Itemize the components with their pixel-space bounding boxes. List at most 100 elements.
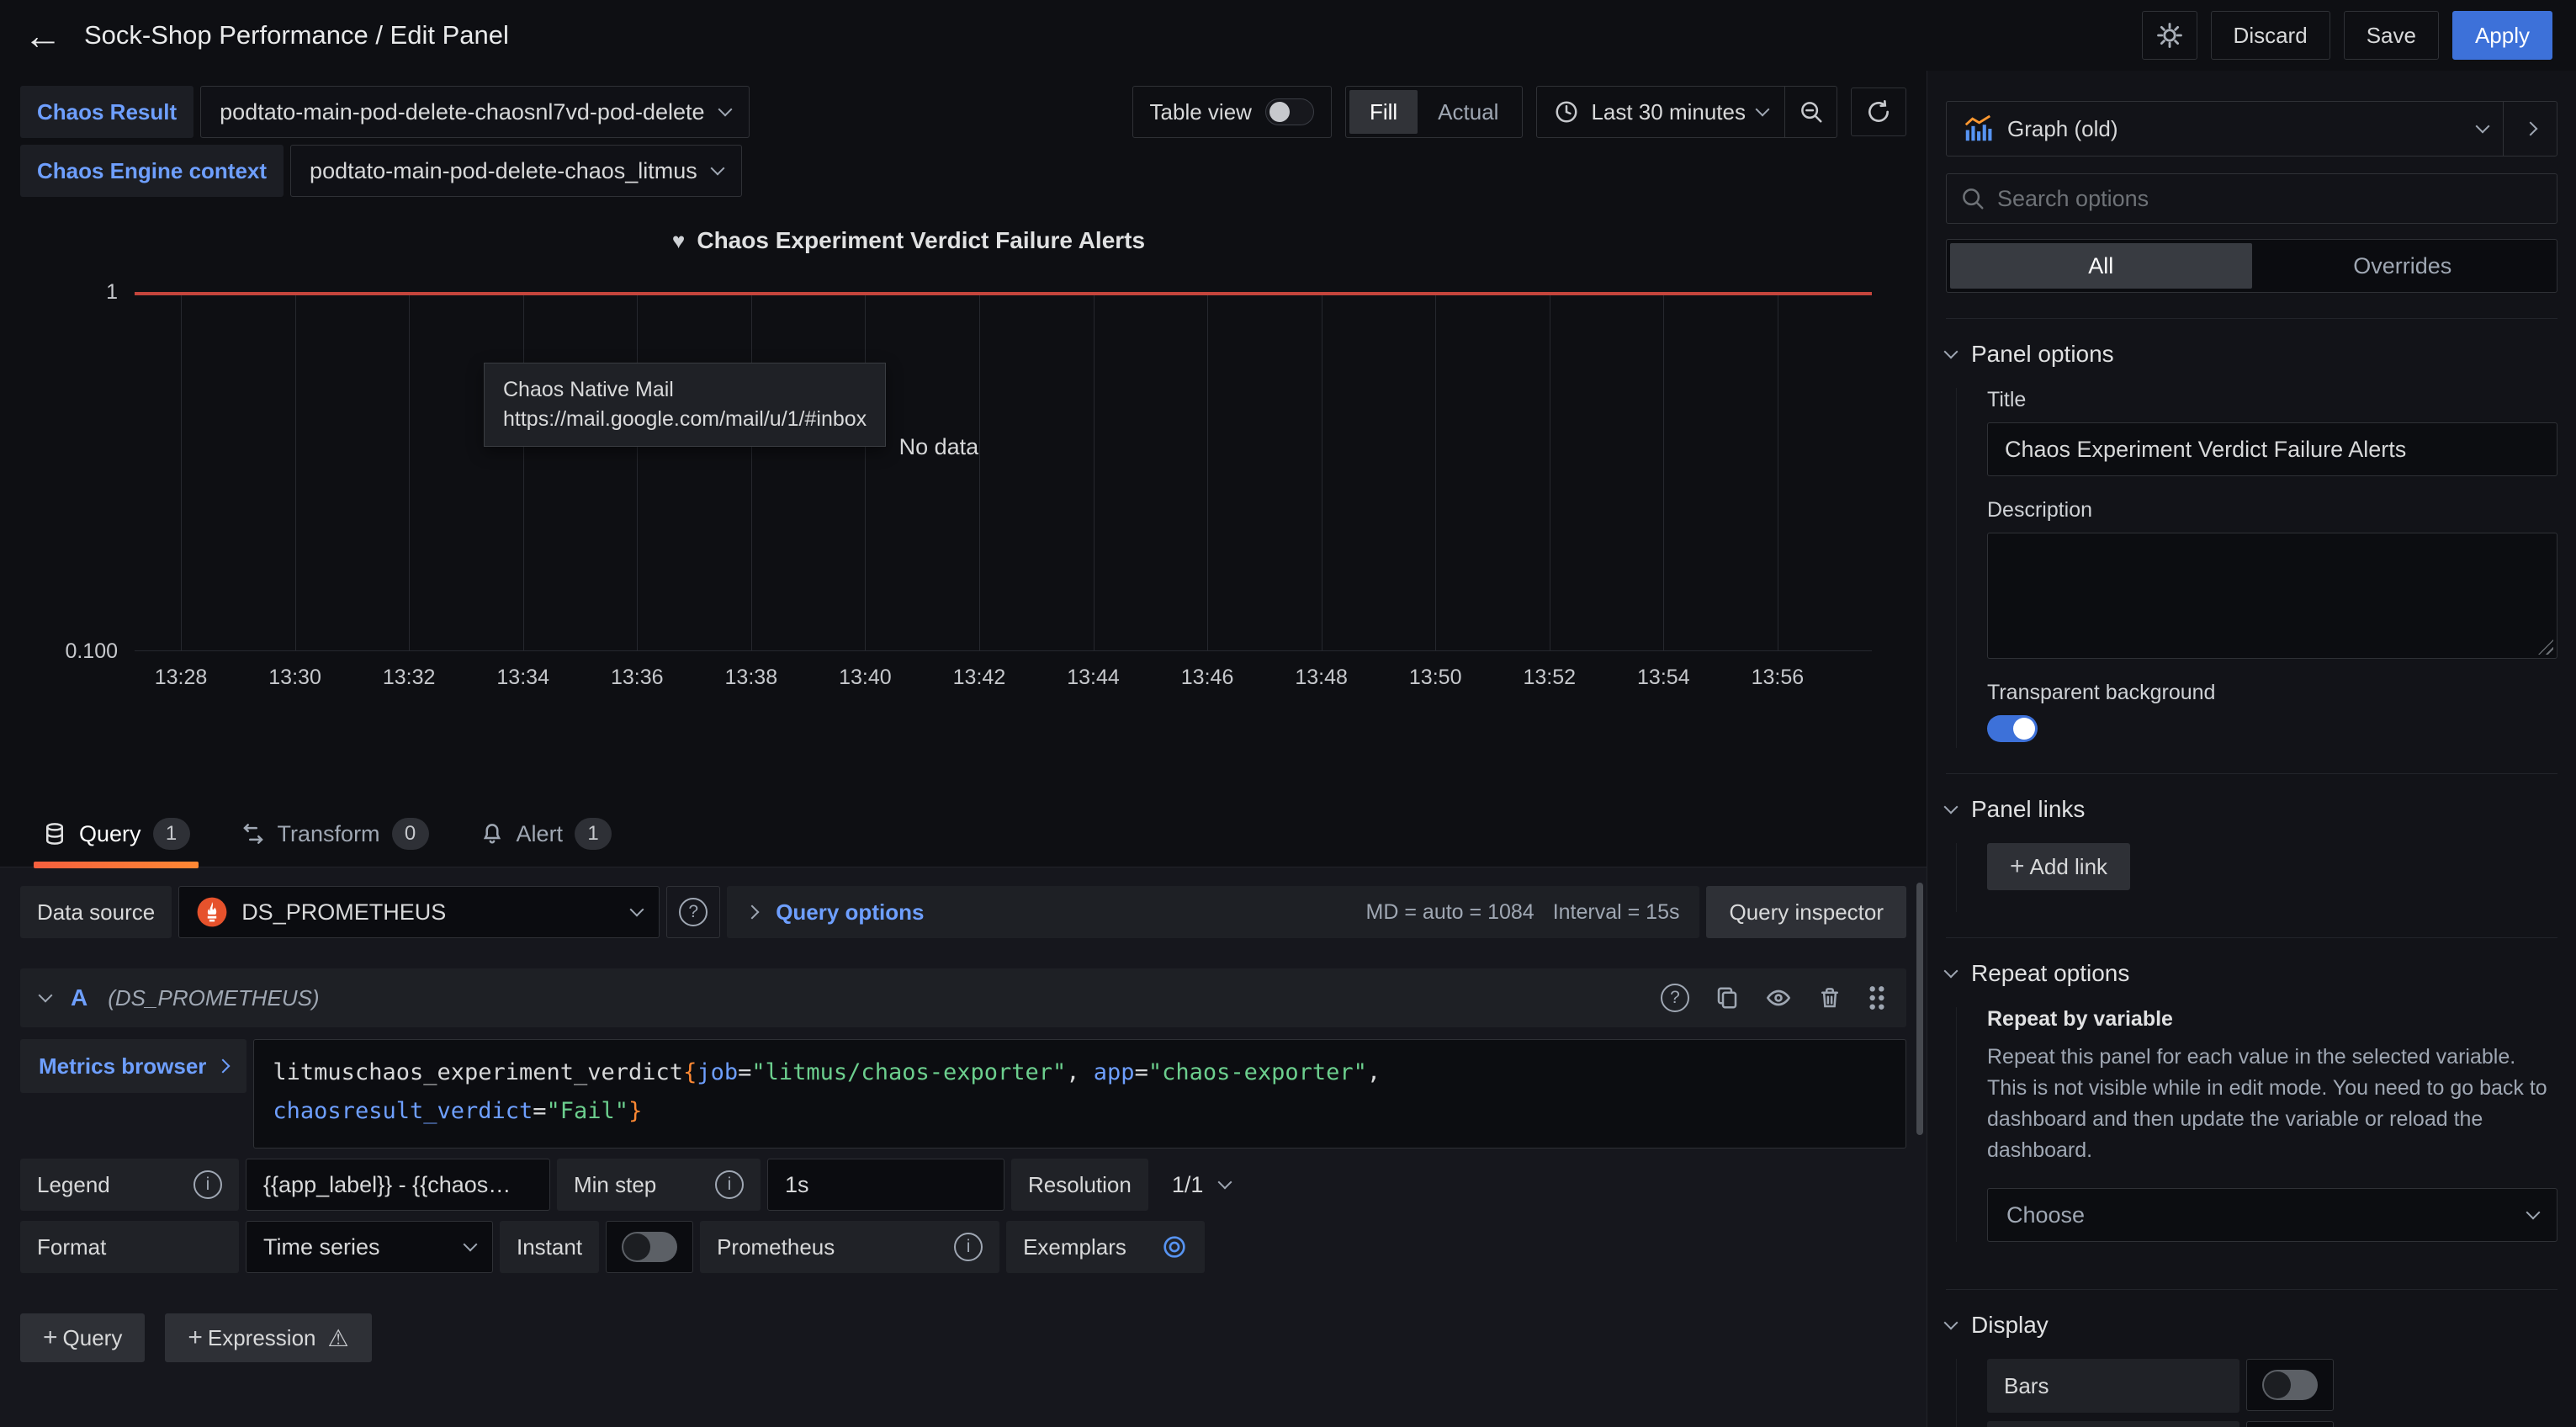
- content-scrollbar[interactable]: [1916, 883, 1923, 1135]
- promql-op: =: [1135, 1059, 1148, 1085]
- panel-links-header[interactable]: Panel links: [1946, 796, 2557, 823]
- options-search-input[interactable]: [1997, 186, 2543, 212]
- repeat-options-section: Repeat options Repeat by variable Repeat…: [1946, 937, 2557, 1242]
- gridline: [1435, 295, 1436, 650]
- grafana-edit-panel: ← Sock-Shop Performance / Edit Panel Dis…: [0, 0, 2576, 1427]
- x-axis-tick-label: 13:54: [1637, 666, 1690, 690]
- format-select[interactable]: Time series: [246, 1221, 493, 1273]
- header-bar: ← Sock-Shop Performance / Edit Panel Dis…: [0, 0, 2576, 71]
- add-expression-button[interactable]: + Expression ⚠: [165, 1313, 371, 1362]
- chevron-down-icon: [1944, 345, 1959, 359]
- drag-handle-icon[interactable]: [1868, 984, 1886, 1011]
- gridline: [1663, 295, 1664, 650]
- section-title: Panel links: [1971, 796, 2085, 823]
- datasource-picker[interactable]: DS_PROMETHEUS: [178, 886, 660, 938]
- fill-option[interactable]: Fill: [1349, 90, 1418, 134]
- legend-label: Legend: [37, 1172, 110, 1198]
- max-data-points-info: MD = auto = 1084: [1366, 900, 1534, 925]
- actual-option[interactable]: Actual: [1418, 90, 1519, 134]
- next-option-row: [1987, 1421, 2557, 1427]
- metrics-browser-button[interactable]: Metrics browser: [20, 1039, 246, 1093]
- query-ref-datasource: (DS_PROMETHEUS): [108, 985, 319, 1011]
- repeat-variable-select[interactable]: Choose: [1987, 1188, 2557, 1242]
- exemplars-eye-icon[interactable]: [1161, 1233, 1188, 1260]
- chevron-down-icon: [718, 103, 732, 117]
- gridline: [865, 295, 866, 650]
- table-view-toggle[interactable]: [1265, 98, 1314, 125]
- add-query-button[interactable]: + Query: [20, 1313, 145, 1362]
- legend-format-input[interactable]: {{app_label}} - {{chaos…: [246, 1159, 550, 1211]
- tab-all[interactable]: All: [1950, 243, 2252, 289]
- refresh-icon: [1865, 98, 1892, 125]
- save-button[interactable]: Save: [2344, 11, 2439, 60]
- chevron-down-icon: [1944, 964, 1959, 979]
- display-header[interactable]: Display: [1946, 1312, 2557, 1339]
- repeat-options-header[interactable]: Repeat options: [1946, 960, 2557, 987]
- instant-toggle[interactable]: [622, 1232, 677, 1262]
- expand-viz-picker-button[interactable]: [2503, 102, 2557, 156]
- y-axis-tick: 1: [106, 280, 118, 305]
- query-help-icon[interactable]: ?: [1661, 984, 1689, 1012]
- x-axis-tick-label: 13:48: [1295, 666, 1348, 690]
- panel-description-textarea[interactable]: [1987, 533, 2557, 659]
- promql-brace: {: [683, 1059, 697, 1085]
- tab-overrides[interactable]: Overrides: [2252, 243, 2554, 289]
- refresh-button[interactable]: [1851, 88, 1906, 136]
- eye-icon[interactable]: [1765, 984, 1792, 1011]
- trash-icon[interactable]: [1817, 985, 1842, 1011]
- exemplars-box: Exemplars: [1006, 1221, 1205, 1273]
- transform-icon: [241, 821, 266, 846]
- no-data-message: No data: [899, 434, 979, 460]
- tab-query[interactable]: Query 1: [34, 806, 199, 867]
- add-link-button[interactable]: + Add link: [1987, 843, 2130, 890]
- panel-title-input[interactable]: [1987, 422, 2557, 476]
- resolution-select[interactable]: 1/1: [1155, 1159, 1248, 1211]
- time-range-picker[interactable]: Last 30 minutes: [1537, 87, 1784, 137]
- prometheus-icon: [196, 896, 228, 928]
- alert-heart-icon: ♥: [672, 228, 685, 254]
- display-section: Display Bars: [1946, 1289, 2557, 1427]
- visualization-select[interactable]: Graph (old): [1947, 102, 2503, 156]
- database-icon: [42, 821, 67, 846]
- options-search-box: [1946, 173, 2557, 224]
- discard-button[interactable]: Discard: [2211, 11, 2330, 60]
- panel-links-section: Panel links + Add link: [1946, 773, 2557, 912]
- variable-select-chaos-engine[interactable]: podtato-main-pod-delete-chaos_litmus: [290, 145, 742, 197]
- bars-toggle[interactable]: [2262, 1370, 2318, 1400]
- x-axis-tick-label: 13:40: [839, 666, 892, 690]
- prometheus-type-label: Prometheus: [717, 1234, 835, 1260]
- panel-link-tooltip[interactable]: Chaos Native Mail https://mail.google.co…: [484, 363, 886, 447]
- promql-string: "Fail": [547, 1098, 629, 1124]
- panel-settings-button[interactable]: [2142, 11, 2197, 60]
- zoom-out-button[interactable]: [1784, 87, 1837, 137]
- info-icon: i: [193, 1170, 222, 1199]
- promql-op: ,: [1066, 1059, 1094, 1085]
- min-step-input[interactable]: 1s: [767, 1159, 1004, 1211]
- instant-toggle-box: [606, 1221, 693, 1273]
- query-inspector-button[interactable]: Query inspector: [1706, 886, 1906, 938]
- datasource-help-button[interactable]: ?: [666, 886, 720, 938]
- query-options-toggle[interactable]: Query options: [776, 899, 924, 926]
- duplicate-icon[interactable]: [1715, 985, 1740, 1011]
- zoom-out-icon: [1799, 99, 1824, 125]
- tab-alert[interactable]: Alert 1: [471, 806, 621, 867]
- promql-label: chaosresult_verdict: [273, 1098, 533, 1124]
- back-arrow-icon[interactable]: ←: [24, 16, 62, 55]
- query-ref-id: A: [71, 984, 87, 1011]
- panel-options-section: Panel options Title Description Transpar…: [1946, 318, 2557, 748]
- prometheus-type-box: Prometheus i: [700, 1221, 999, 1273]
- visualization-name: Graph (old): [2007, 116, 2464, 142]
- apply-button[interactable]: Apply: [2452, 11, 2552, 60]
- query-row-header[interactable]: A (DS_PROMETHEUS) ?: [20, 968, 1906, 1027]
- add-query-label: Query: [63, 1325, 123, 1351]
- promql-label: app: [1094, 1059, 1135, 1085]
- transparent-bg-toggle[interactable]: [1987, 715, 2038, 742]
- promql-query-input[interactable]: litmuschaos_experiment_verdict{job="litm…: [253, 1039, 1906, 1148]
- legend-label-box: Legend i: [20, 1159, 239, 1211]
- chart-plot-area[interactable]: Experiments failed 1 0.100 13:28 13:30 1…: [135, 292, 1872, 651]
- variable-select-chaos-result[interactable]: podtato-main-pod-delete-chaosnl7vd-pod-d…: [200, 86, 749, 138]
- exemplars-label: Exemplars: [1023, 1234, 1126, 1260]
- tab-transform[interactable]: Transform 0: [232, 806, 437, 867]
- next-option-toggle-box: [2246, 1421, 2334, 1427]
- panel-options-header[interactable]: Panel options: [1946, 341, 2557, 368]
